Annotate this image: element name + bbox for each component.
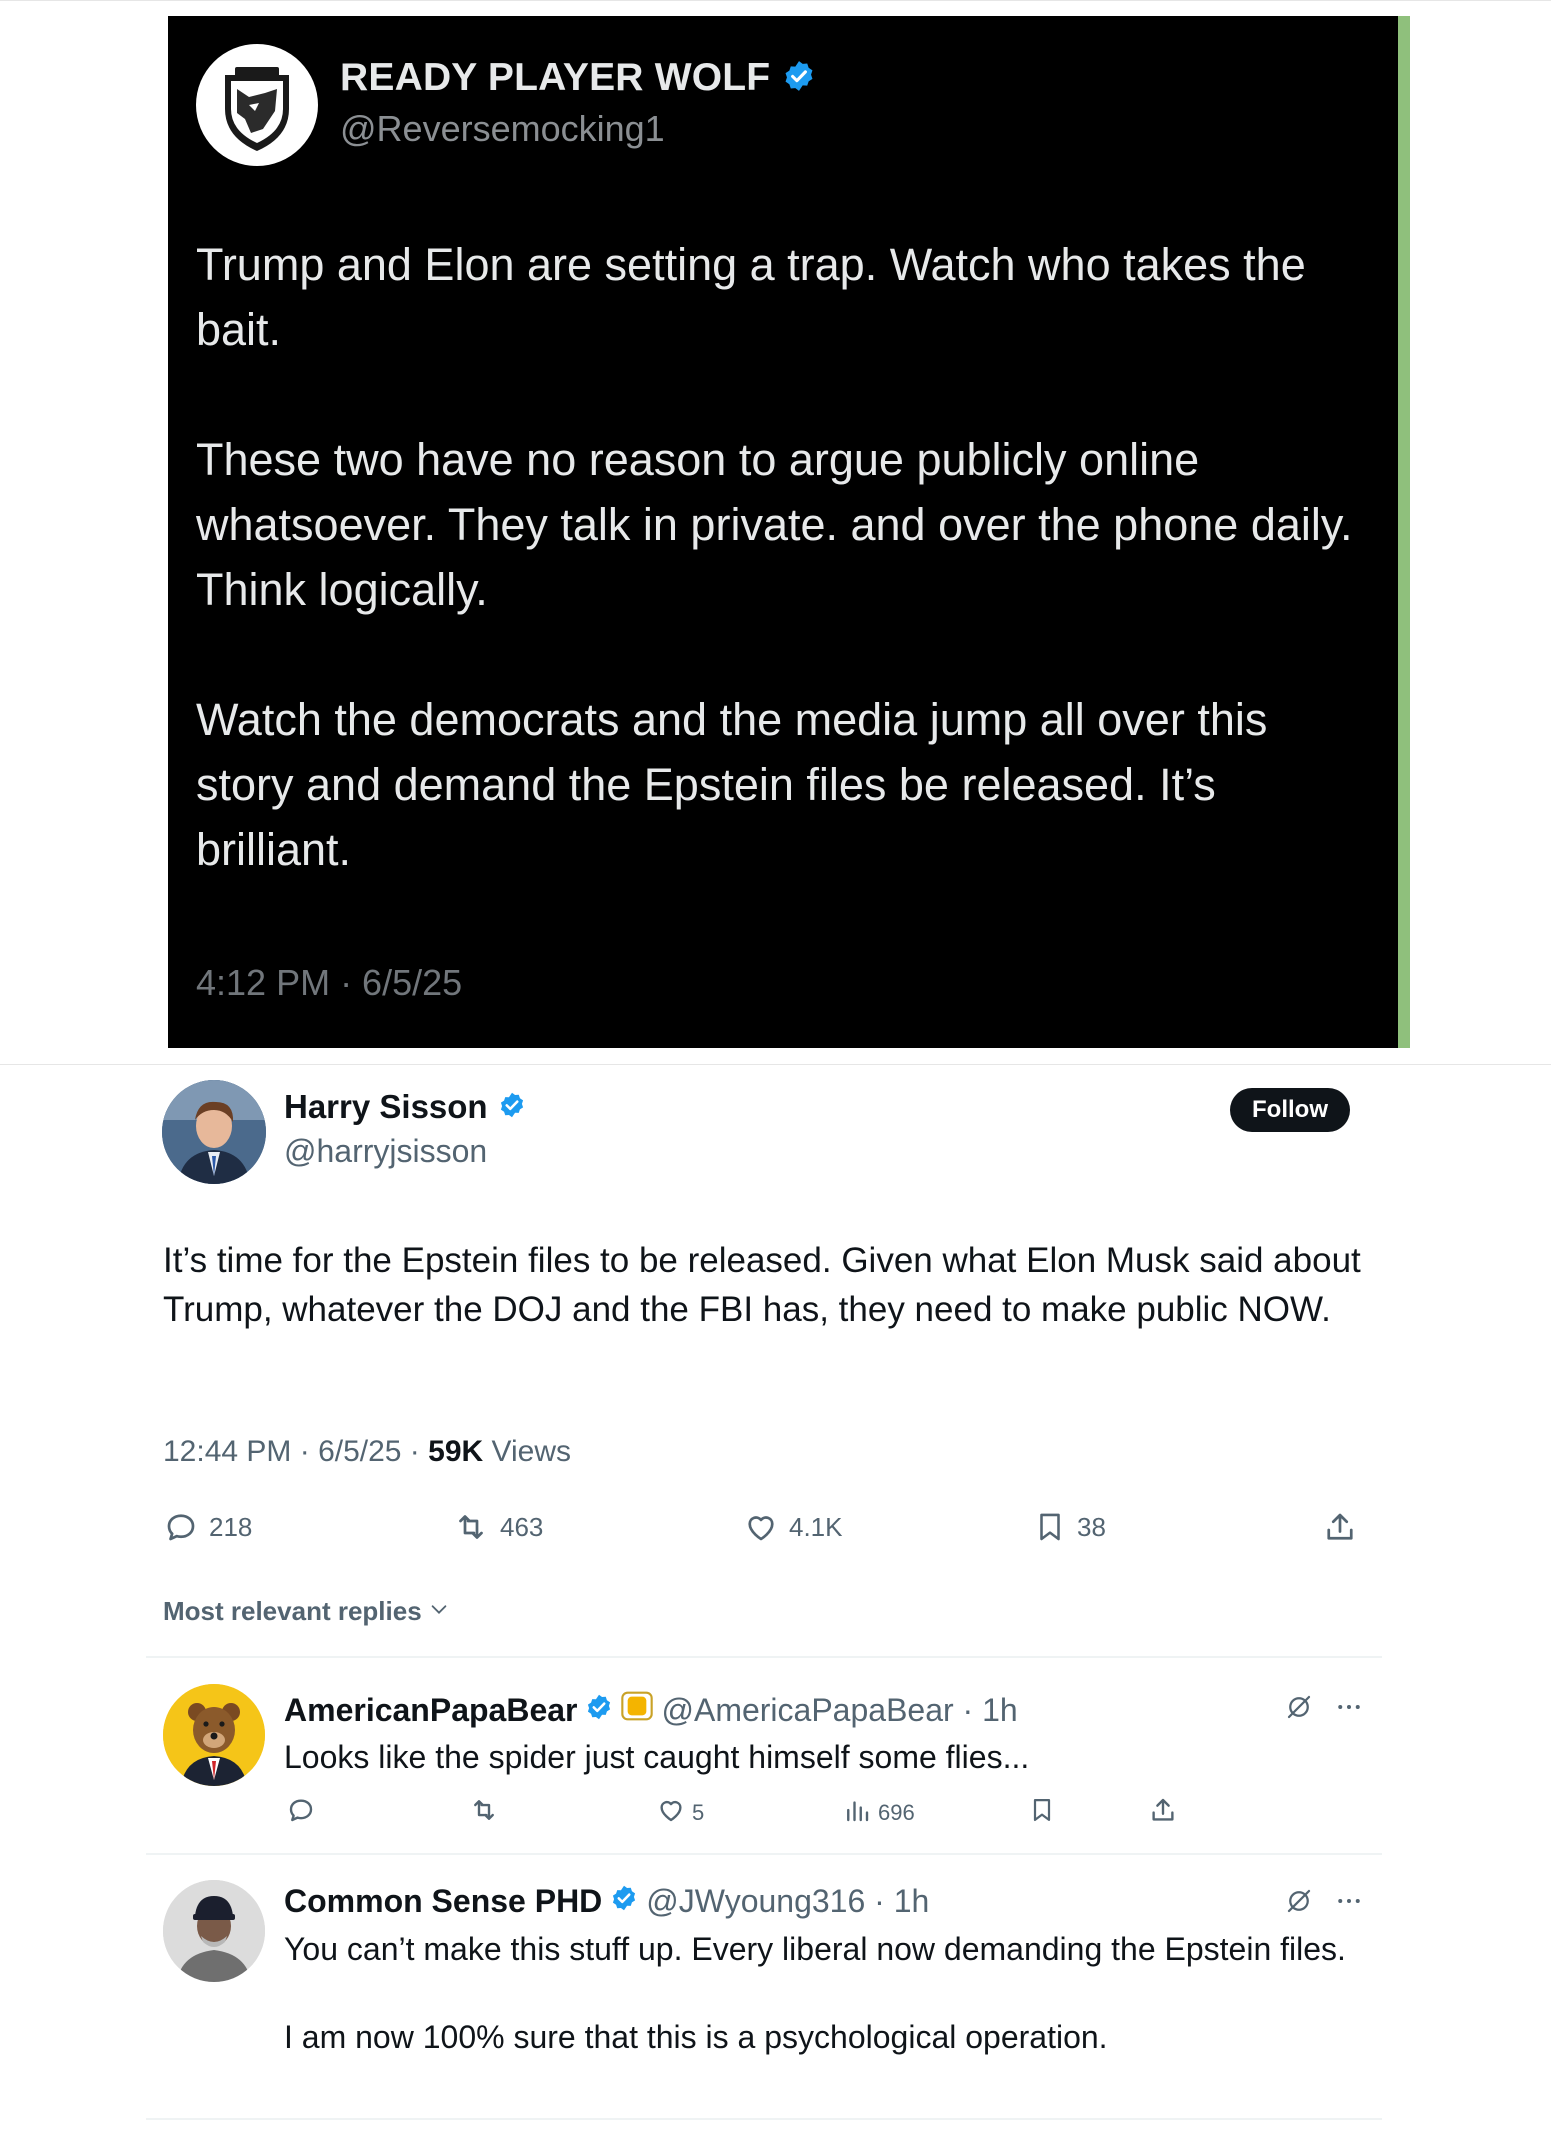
like-count: 4.1K (789, 1511, 843, 1542)
tweet-paragraph: Trump and Elon are setting a trap. Watch… (196, 239, 1306, 355)
like-icon (656, 1795, 686, 1831)
bookmark-count: 38 (1077, 1511, 1106, 1542)
tweet-timestamp[interactable]: 4:12 PM · 6/5/25 (196, 962, 462, 1004)
dark-tweet-card: READY PLAYER WOLF @Reversemocking1 Trump… (168, 16, 1398, 1048)
repost-button[interactable]: 463 (452, 1509, 543, 1545)
share-button[interactable] (1322, 1509, 1358, 1545)
reply-paragraph: I am now 100% sure that this is a psycho… (284, 2019, 1108, 2055)
reply-author-name[interactable]: Common Sense PHD (284, 1883, 602, 1920)
share-icon (1322, 1509, 1358, 1545)
divider (146, 2118, 1382, 2120)
wolf-shield-logo[interactable] (196, 44, 318, 166)
verified-badge-icon (585, 1692, 613, 1729)
grok-icon (1284, 1886, 1314, 1922)
tweet-timestamp[interactable]: 12:44 PM · 6/5/25 · (163, 1435, 428, 1468)
author-handle[interactable]: @Reversemocking1 (340, 108, 665, 150)
views-icon (842, 1795, 872, 1831)
author-name[interactable]: READY PLAYER WOLF (340, 56, 770, 100)
tweet-meta: 12:44 PM · 6/5/25 · 59K Views (163, 1435, 571, 1469)
reply-author-handle[interactable]: @JWyoung316 · 1h (646, 1883, 929, 1920)
like-button[interactable]: 4.1K (743, 1509, 843, 1545)
follow-button[interactable]: Follow (1230, 1088, 1350, 1132)
top-border (0, 0, 1551, 1)
tweet-paragraph: Watch the democrats and the media jump a… (196, 694, 1268, 875)
chevron-down-icon (428, 1596, 450, 1627)
like-count: 5 (692, 1800, 705, 1825)
reply-count: 218 (209, 1511, 253, 1542)
more-button[interactable] (1334, 1886, 1364, 1922)
share-icon (1148, 1795, 1178, 1831)
author-handle[interactable]: @harryjsisson (284, 1133, 487, 1170)
verified-badge-icon (782, 59, 816, 98)
divider (146, 1656, 1382, 1658)
grok-button[interactable] (1284, 1692, 1314, 1728)
avatar[interactable] (162, 1080, 266, 1184)
bookmark-button[interactable] (1028, 1795, 1056, 1831)
divider (146, 1853, 1382, 1855)
replies-sort-dropdown[interactable]: Most relevant replies (163, 1596, 450, 1627)
bookmark-icon (1028, 1795, 1056, 1831)
views-label: Views (483, 1435, 572, 1468)
views-button[interactable]: 696 (842, 1795, 915, 1831)
reply-header: AmericanPapaBear @AmericaPapaBear · 1h (284, 1691, 1018, 1729)
verified-badge-icon (610, 1883, 638, 1920)
tweet-body: Trump and Elon are setting a trap. Watch… (196, 232, 1376, 947)
reply-header: Common Sense PHD @JWyoung316 · 1h (284, 1883, 929, 1920)
like-button[interactable]: 5 (656, 1795, 704, 1831)
verified-badge-icon (498, 1091, 526, 1124)
reply-paragraph: You can’t make this stuff up. Every libe… (284, 1931, 1346, 1967)
side-accent-strip (1398, 16, 1410, 1048)
reply-button[interactable] (286, 1795, 316, 1831)
tweet-body: It’s time for the Epstein files to be re… (163, 1241, 1361, 1329)
sort-label: Most relevant replies (163, 1596, 422, 1626)
bookmark-button[interactable]: 38 (1033, 1509, 1106, 1545)
reply-button[interactable]: 218 (163, 1509, 252, 1545)
section-separator (0, 1064, 1551, 1065)
reply-author-handle[interactable]: @AmericaPapaBear · 1h (661, 1692, 1017, 1729)
avatar[interactable] (163, 1684, 265, 1786)
tweet-paragraph: These two have no reason to argue public… (196, 434, 1353, 615)
like-icon (743, 1509, 779, 1545)
avatar[interactable] (163, 1880, 265, 1982)
repost-icon (452, 1509, 490, 1545)
more-icon (1334, 1886, 1364, 1922)
affiliate-badge-icon (621, 1691, 654, 1729)
repost-button[interactable] (468, 1795, 500, 1831)
views-count: 59K (428, 1435, 484, 1468)
reply-author-name[interactable]: AmericanPapaBear (284, 1692, 577, 1729)
repost-icon (468, 1795, 500, 1831)
bookmark-icon (1033, 1509, 1067, 1545)
repost-count: 463 (500, 1511, 544, 1542)
reply-icon (286, 1795, 316, 1831)
share-button[interactable] (1148, 1795, 1178, 1831)
reply-text: Looks like the spider just caught himsel… (284, 1739, 1030, 1775)
grok-icon (1284, 1692, 1314, 1728)
more-button[interactable] (1334, 1692, 1364, 1728)
more-icon (1334, 1692, 1364, 1728)
reply-text: You can’t make this stuff up. Every libe… (284, 1927, 1364, 2059)
author-name[interactable]: Harry Sisson (284, 1088, 488, 1126)
grok-button[interactable] (1284, 1886, 1314, 1922)
views-count: 696 (878, 1800, 915, 1825)
reply-icon (163, 1509, 199, 1545)
